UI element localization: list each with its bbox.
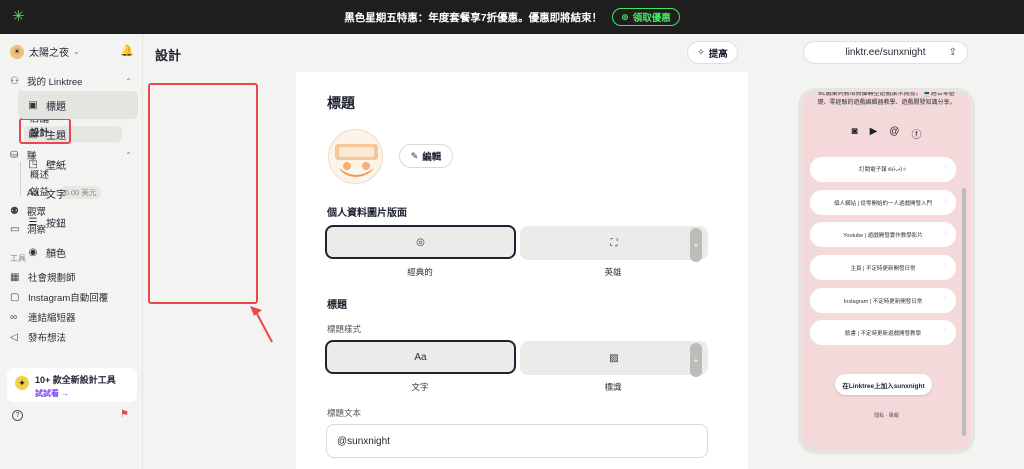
mobile-preview: BL戲東同教培費攤轉型遊戲業木開發。 💻適合零基礎、零經驗的遊戲編輯器教學、遊戲…: [802, 92, 971, 450]
profile-image[interactable]: [328, 129, 383, 184]
design-menu-colors[interactable]: ◉ 顏色: [18, 238, 138, 266]
more-icon[interactable]: ⋮: [943, 230, 948, 236]
chat-icon: ▢: [10, 291, 20, 303]
enhance-button[interactable]: ✧ 提高: [687, 41, 738, 64]
promo-card-link[interactable]: 試試看 →: [35, 388, 129, 399]
more-icon[interactable]: ⋮: [943, 263, 948, 269]
user-circle-icon: ◎: [416, 236, 425, 248]
sidebar-item-link-shortener[interactable]: ∞ 連結縮短器: [10, 310, 76, 325]
preview-link[interactable]: Instagram | 不定時更新開發日常 ⋮: [810, 288, 956, 313]
threads-icon[interactable]: @: [889, 126, 899, 141]
sidebar-item-post-ideas[interactable]: ◁ 發布想法: [10, 330, 66, 345]
promo-text: 黑色星期五特惠：年度套餐享7折優惠。優惠即將結束！: [344, 11, 603, 24]
more-icon[interactable]: ⋮: [943, 296, 948, 302]
buttons-icon: ☰: [28, 216, 38, 228]
sparkle-icon: ✧: [697, 47, 705, 57]
title-text-input[interactable]: @sunxnight: [326, 424, 708, 458]
section-title: 標題: [327, 95, 355, 111]
carousel-scroll-handle[interactable]: +: [690, 343, 702, 377]
layout-icon: ▤: [28, 128, 38, 140]
gift-icon: ⊕: [621, 11, 629, 22]
youtube-icon[interactable]: ▶: [870, 126, 878, 141]
preview-bio: BL戲東同教培費攤轉型遊戲業木開發。 💻適合零基礎、零經驗的遊戲編輯器教學、遊戲…: [817, 92, 956, 106]
flag-icon[interactable]: ⚑: [120, 409, 129, 420]
more-icon[interactable]: ⋮: [943, 198, 948, 204]
sidebar-item-social-planner[interactable]: ▦ 社會規劃師: [10, 270, 76, 285]
preview-link[interactable]: 臉書 | 不定時更新遊戲開發教學 ⋮: [810, 320, 956, 345]
layout-option-classic[interactable]: ◎: [325, 225, 516, 259]
instagram-icon[interactable]: ◙: [852, 126, 858, 141]
sidebar-item-instagram-autoreply[interactable]: ▢ Instagram自動回覆: [10, 290, 108, 305]
link-icon: ∞: [10, 311, 18, 323]
title-style-logo-label: 標識: [604, 382, 622, 392]
bell-icon[interactable]: 🔔: [120, 44, 134, 57]
profile-card-icon: ▣: [28, 99, 38, 111]
design-menu-buttons[interactable]: ☰ 按鈕: [18, 208, 138, 236]
page-title: 設計: [155, 48, 182, 63]
design-menu-wallpaper[interactable]: ◳ 壁紙: [18, 150, 138, 178]
title-style-heading: 標題樣式: [327, 324, 362, 334]
preview-link[interactable]: 主頁 | 不定時更新開發日常 ⋮: [810, 255, 956, 280]
claim-offer-button[interactable]: ⊕ 領取優惠: [612, 8, 680, 26]
title-heading: 標題: [327, 300, 347, 311]
text-icon: Aa: [26, 187, 40, 199]
text-icon: Aa: [414, 351, 427, 363]
wallpaper-icon: ◳: [28, 158, 38, 170]
title-text-heading: 標題文本: [327, 408, 362, 418]
design-menu-text[interactable]: Aa 文字: [18, 179, 138, 207]
design-menu-header[interactable]: ▣ 標題: [18, 91, 138, 119]
annotation-arrow: [250, 306, 273, 343]
layout-option-hero[interactable]: ⛶: [520, 226, 708, 260]
help-icon[interactable]: ?: [12, 410, 23, 421]
preview-social-icons: ◙ ▶ @ ⓕ: [802, 126, 971, 141]
title-style-text-label: 文字: [411, 382, 429, 392]
title-style-logo[interactable]: ▨: [520, 341, 708, 375]
design-menu-theme[interactable]: ▤ 主題: [18, 120, 138, 148]
profile-layout-heading: 個人資料圖片版面: [327, 208, 407, 219]
preview-link[interactable]: 訂閱電子報 ต(•̀ᴗ•́)✧ ⋮: [810, 157, 956, 182]
promo-card-title: 10+ 款全新設計工具: [35, 375, 116, 385]
layout-option-classic-label: 經典的: [407, 267, 433, 277]
new-design-tools-card[interactable]: ✦ 10+ 款全新設計工具 試試看 →: [7, 368, 137, 402]
avatar: ☀: [10, 44, 24, 59]
chevron-up-icon: ⌃: [125, 76, 132, 86]
focus-user-icon: ⛶: [610, 237, 618, 249]
linktree-url-pill[interactable]: linktr.ee/sunxnight ⇪: [803, 41, 968, 64]
preview-link[interactable]: Youtube | 遊戲開發實作教學影片 ⋮: [810, 222, 956, 247]
edit-profile-button[interactable]: ✎ 編輯: [399, 144, 453, 168]
more-icon[interactable]: ⋮: [943, 328, 948, 334]
layout-option-hero-label: 英雄: [604, 267, 622, 277]
chevron-down-icon: ⌄: [73, 47, 80, 56]
image-icon: ▨: [609, 352, 619, 364]
join-linktree-button[interactable]: 在Linktree上加入sunxnight: [835, 374, 932, 395]
profile-illustration: [335, 144, 378, 177]
pencil-icon: ✎: [410, 150, 419, 161]
sparkle-icon: ✦: [15, 376, 29, 390]
megaphone-icon: ◁: [10, 331, 18, 343]
share-icon[interactable]: ⇪: [949, 47, 957, 58]
preview-link[interactable]: 個人網站 | 從零開始的一人遊戲開發入門 ⋮: [810, 190, 956, 215]
highlight-box-design-menu: [148, 83, 258, 304]
title-style-text[interactable]: Aa: [325, 340, 516, 374]
more-icon[interactable]: ⋮: [943, 165, 948, 171]
sidebar-group-my-linktree[interactable]: ⚇ 我的 Linktree ⌃: [10, 74, 132, 89]
calendar-icon: ▦: [10, 271, 20, 283]
linktree-logo-icon[interactable]: ✳: [12, 9, 28, 25]
facebook-icon[interactable]: ⓕ: [911, 126, 921, 141]
palette-icon: ◉: [28, 246, 38, 258]
linktree-icon: ⚇: [10, 75, 19, 87]
preview-footer: 隱私 · 舉報: [874, 413, 899, 419]
carousel-scroll-handle[interactable]: +: [690, 228, 702, 262]
promo-bar: ✳ 黑色星期五特惠：年度套餐享7折優惠。優惠即將結束！ ⊕ 領取優惠: [0, 0, 1024, 34]
account-switcher[interactable]: ☀ 太陽之夜 ⌄: [10, 44, 80, 59]
preview-scrollbar[interactable]: [962, 188, 966, 436]
